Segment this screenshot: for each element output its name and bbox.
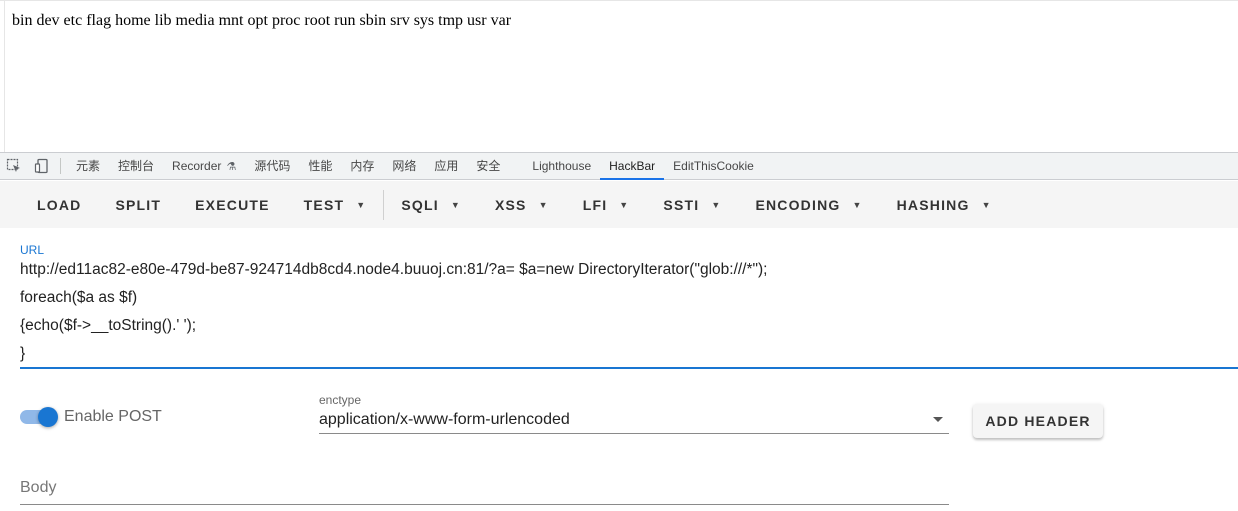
lfi-menu-button[interactable]: LFI ▼ — [566, 187, 647, 223]
url-line: http://ed11ac82-e80e-479d-be87-924714db8… — [20, 261, 768, 278]
left-divider — [4, 0, 5, 152]
inspect-element-icon[interactable] — [0, 153, 28, 179]
caret-down-icon: ▼ — [619, 199, 630, 210]
ssti-label: SSTI — [663, 196, 700, 213]
body-input[interactable]: Body — [20, 470, 949, 505]
switch-track[interactable] — [20, 407, 58, 427]
tab-hackbar[interactable]: HackBar — [600, 153, 665, 180]
hashing-label: HASHING — [896, 196, 970, 213]
url-textarea[interactable]: URL http://ed11ac82-e80e-479d-be87-92471… — [20, 243, 1238, 369]
enable-post-label: Enable POST — [64, 408, 162, 425]
tab-editthiscookie[interactable]: EditThisCookie — [664, 153, 763, 179]
tab-console[interactable]: 控制台 — [109, 153, 163, 179]
xss-label: XSS — [494, 196, 527, 213]
enctype-label: enctype — [319, 393, 362, 407]
page-output-text: bin dev etc flag home lib media mnt opt … — [12, 12, 512, 29]
switch-thumb[interactable] — [38, 407, 58, 427]
url-line: } — [20, 345, 26, 362]
encoding-menu-button[interactable]: ENCODING ▼ — [738, 187, 879, 223]
caret-down-icon: ▼ — [538, 199, 549, 210]
caret-down-icon: ▼ — [852, 199, 863, 210]
top-divider — [0, 0, 1238, 1]
sqli-label: SQLI — [401, 196, 439, 213]
url-content: http://ed11ac82-e80e-479d-be87-924714db8… — [20, 259, 768, 371]
caret-down-icon: ▼ — [356, 199, 367, 210]
caret-down-icon: ▼ — [711, 199, 722, 210]
execute-button[interactable]: EXECUTE — [178, 187, 287, 223]
split-label: SPLIT — [115, 196, 162, 213]
tab-memory[interactable]: 内存 — [341, 153, 383, 179]
body-placeholder: Body — [20, 479, 57, 496]
dropdown-arrow-icon — [933, 417, 943, 422]
enctype-select[interactable]: enctype application/x-www-form-urlencode… — [319, 393, 949, 434]
enctype-value: application/x-www-form-urlencoded — [319, 411, 570, 428]
test-label: TEST — [303, 196, 345, 213]
caret-down-icon: ▼ — [450, 199, 461, 210]
hackbar-toolbar: LOAD SPLIT EXECUTE TEST ▼ SQLI ▼ XSS ▼ LFI ▼… — [0, 181, 1238, 228]
caret-down-icon: ▼ — [981, 199, 992, 210]
xss-menu-button[interactable]: XSS ▼ — [478, 187, 566, 223]
ssti-menu-button[interactable]: SSTI ▼ — [646, 187, 738, 223]
test-menu-button[interactable]: TEST ▼ — [287, 187, 384, 223]
tab-sources[interactable]: 源代码 — [245, 153, 299, 179]
url-label: URL — [20, 243, 45, 257]
add-header-button[interactable]: ADD HEADER — [973, 404, 1103, 438]
hashing-menu-button[interactable]: HASHING ▼ — [880, 187, 1009, 223]
url-line: {echo($f->__toString().' '); — [20, 317, 197, 334]
tab-security[interactable]: 安全 — [467, 153, 509, 179]
lfi-label: LFI — [582, 196, 608, 213]
tab-lighthouse[interactable]: Lighthouse — [523, 153, 600, 179]
sqli-menu-button[interactable]: SQLI ▼ — [384, 187, 478, 223]
tab-bar-divider — [60, 158, 61, 174]
device-toolbar-icon[interactable] — [28, 153, 56, 179]
tab-elements[interactable]: 元素 — [67, 153, 109, 179]
tab-performance[interactable]: 性能 — [299, 153, 341, 179]
load-label: LOAD — [37, 196, 82, 213]
execute-label: EXECUTE — [195, 196, 270, 213]
page-output-area: bin dev etc flag home lib media mnt opt … — [0, 0, 1238, 152]
tab-application[interactable]: 应用 — [425, 153, 467, 179]
tab-recorder-label: Recorder — [172, 159, 222, 173]
devtools-tab-bar: 元素 控制台 Recorder ⚗ 源代码 性能 内存 网络 应用 安全 Lig… — [0, 152, 1238, 180]
flask-icon: ⚗ — [223, 161, 237, 173]
load-button[interactable]: LOAD — [20, 187, 98, 223]
split-button[interactable]: SPLIT — [98, 187, 178, 223]
tab-network[interactable]: 网络 — [383, 153, 425, 179]
tab-recorder[interactable]: Recorder ⚗ — [163, 153, 245, 179]
enable-post-toggle[interactable]: Enable POST — [20, 407, 162, 427]
encoding-label: ENCODING — [755, 196, 841, 213]
url-line: foreach($a as $f) — [20, 289, 138, 306]
